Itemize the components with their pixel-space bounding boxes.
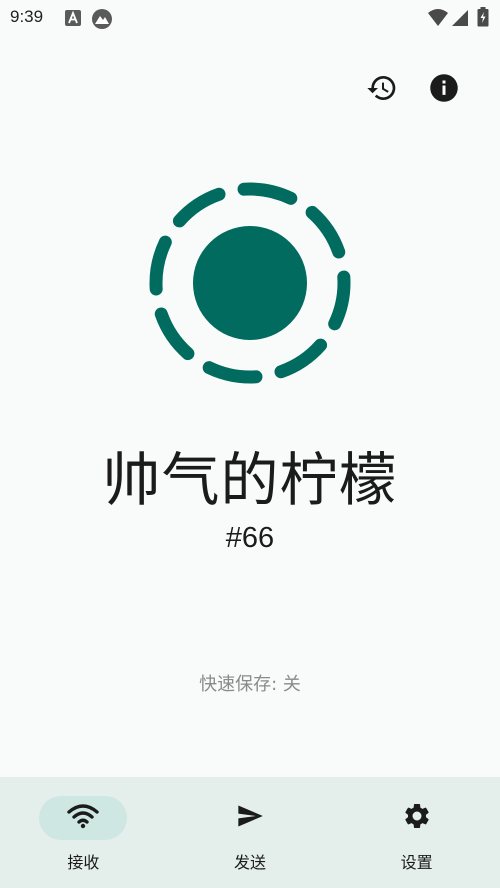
battery-icon	[477, 7, 489, 31]
status-bar: 9:39	[0, 0, 500, 36]
wifi-icon	[428, 9, 448, 31]
wifi-icon	[67, 803, 100, 833]
nav-item-send[interactable]: 发送	[167, 777, 334, 888]
bottom-navigation: 接收 发送 设置	[0, 777, 500, 888]
signal-icon	[452, 9, 468, 31]
device-id: #66	[225, 522, 275, 554]
history-icon	[366, 72, 398, 108]
nav-active-indicator	[39, 796, 128, 840]
header-actions	[362, 70, 464, 110]
device-name: 帅气的柠檬	[102, 446, 398, 514]
logo-center-dot	[193, 226, 307, 340]
gear-icon	[402, 801, 432, 835]
nav-label-receive: 接收	[67, 853, 100, 872]
nav-label-send: 发送	[234, 853, 267, 872]
nav-item-receive[interactable]: 接收	[0, 777, 167, 888]
info-icon	[429, 73, 459, 107]
send-icon	[235, 802, 265, 834]
info-button[interactable]	[424, 70, 464, 110]
app-logo	[143, 176, 357, 390]
status-time: 9:39	[10, 7, 44, 26]
nav-label-settings: 设置	[400, 853, 433, 872]
nav-item-settings[interactable]: 设置	[333, 777, 500, 888]
app-notification-icon	[92, 9, 112, 33]
text-notification-icon	[64, 9, 82, 31]
quick-save-status[interactable]: 快速保存: 关	[0, 670, 500, 696]
history-button[interactable]	[362, 70, 402, 110]
